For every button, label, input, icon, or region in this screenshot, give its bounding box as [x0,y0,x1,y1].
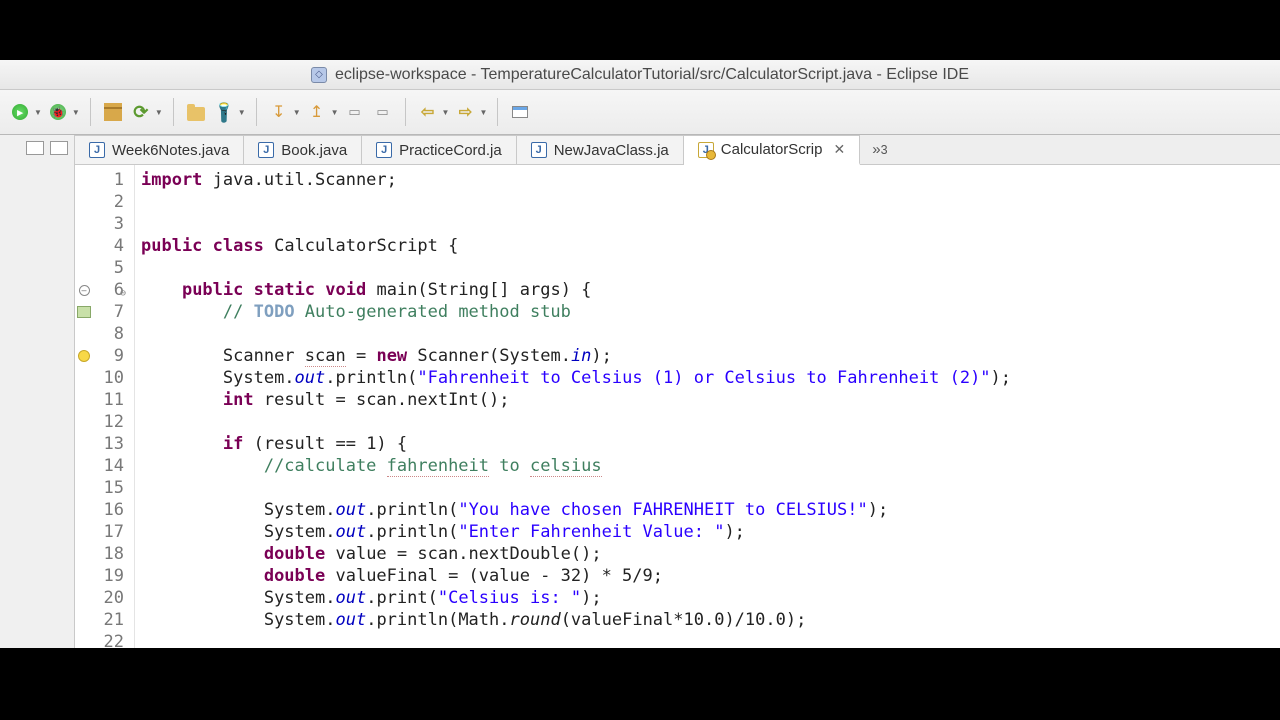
stepover-dropdown-icon[interactable]: ▼ [331,108,339,117]
code-content[interactable]: import java.util.Scanner; public class C… [135,165,1280,648]
tab-calculatorscript[interactable]: J CalculatorScrip ✕ [684,135,860,165]
code-editor[interactable]: – 1 2 3 4 5 ⊖6 7 8 9 10 11 12 13 14 [75,165,1280,648]
tab-label: NewJavaClass.ja [554,142,669,159]
toolbar-separator [497,98,498,126]
tab-practicecord[interactable]: J PracticeCord.ja [362,135,517,164]
marker-ruler[interactable]: – [75,165,93,648]
run-button[interactable]: ▸ [8,100,32,124]
letterbox-bottom [0,648,1280,720]
prev-annotation-button[interactable]: ▭ [371,100,395,124]
window-titlebar: ◇ eclipse-workspace - TemperatureCalcula… [0,60,1280,90]
workbench-layout: J Week6Notes.java J Book.java J Practice… [0,135,1280,648]
toolbar-separator [256,98,257,126]
main-toolbar: ▸▼ 🐞▼ ⟳▼ 🔦▼ ↧▼ ↥▼ ▭ ▭ ⇦▼ ⇨▼ [0,90,1280,135]
line-number-ruler[interactable]: 1 2 3 4 5 ⊖6 7 8 9 10 11 12 13 14 15 16 … [93,165,135,648]
nav-back-button[interactable]: ⇦ [416,100,440,124]
eclipse-app-icon: ◇ [311,67,327,83]
search-button[interactable]: 🔦 [212,100,236,124]
step-button[interactable]: ↧ [267,100,291,124]
toolbar-separator [90,98,91,126]
debug-dropdown-icon[interactable]: ▼ [72,108,80,117]
navback-dropdown-icon[interactable]: ▼ [442,108,450,117]
java-file-icon: J [376,142,392,158]
fold-toggle-icon[interactable]: – [79,285,90,296]
build-dropdown-icon[interactable]: ▼ [155,108,163,117]
maximize-view-button[interactable] [50,141,68,155]
nav-forward-button[interactable]: ⇨ [453,100,477,124]
quickfix-bulb-icon[interactable] [78,350,90,362]
task-marker-icon[interactable] [77,306,91,318]
letterbox-top [0,0,1280,60]
tab-newjavaclass[interactable]: J NewJavaClass.ja [517,135,684,164]
open-type-button[interactable] [184,100,208,124]
overflow-count: 3 [881,143,888,157]
next-annotation-button[interactable]: ▭ [343,100,367,124]
run-dropdown-icon[interactable]: ▼ [34,108,42,117]
tab-week6notes[interactable]: J Week6Notes.java [75,135,244,164]
editor-tabs: J Week6Notes.java J Book.java J Practice… [75,135,1280,165]
java-file-icon: J [531,142,547,158]
toolbar-separator [173,98,174,126]
minimize-view-button[interactable] [26,141,44,155]
close-icon[interactable]: ✕ [829,141,845,158]
new-package-button[interactable] [101,100,125,124]
tabs-overflow-button[interactable]: »3 [860,135,899,164]
tab-label: Book.java [281,142,347,159]
new-window-button[interactable] [508,100,532,124]
build-button[interactable]: ⟳ [129,100,153,124]
tab-label: CalculatorScrip [721,141,823,158]
navfwd-dropdown-icon[interactable]: ▼ [479,108,487,117]
search-dropdown-icon[interactable]: ▼ [238,108,246,117]
tab-label: Week6Notes.java [112,142,229,159]
step-dropdown-icon[interactable]: ▼ [293,108,301,117]
java-file-icon: J [89,142,105,158]
window-title: eclipse-workspace - TemperatureCalculato… [335,66,969,84]
java-file-warn-icon: J [698,142,714,158]
overflow-chevron-icon: » [872,141,880,158]
java-file-icon: J [258,142,274,158]
tab-book[interactable]: J Book.java [244,135,362,164]
toolbar-separator [405,98,406,126]
tab-label: PracticeCord.ja [399,142,502,159]
left-trim [0,135,75,648]
editor-area: J Week6Notes.java J Book.java J Practice… [75,135,1280,648]
step-over-button[interactable]: ↥ [305,100,329,124]
debug-button[interactable]: 🐞 [46,100,70,124]
